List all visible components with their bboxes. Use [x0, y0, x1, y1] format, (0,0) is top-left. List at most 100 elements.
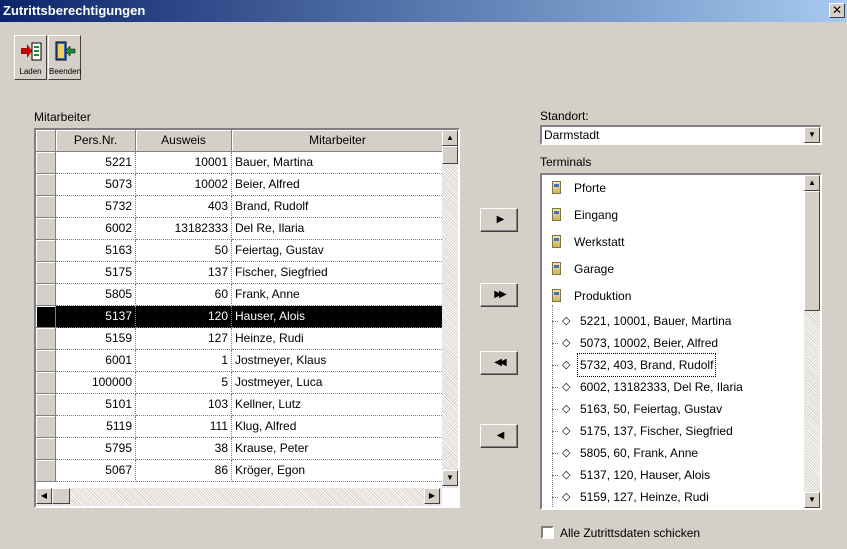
table-row[interactable]: 5067 86 Kröger, Egon [36, 460, 444, 482]
terminals-label: Terminals [540, 155, 592, 169]
column-header-ausweis[interactable]: Ausweis [136, 130, 232, 152]
employee-grid[interactable]: Pers.Nr. Ausweis Mitarbeiter 5221 10001 Ba… [34, 128, 460, 508]
table-row[interactable]: 5163 50 Feiertag, Gustav [36, 240, 444, 262]
row-selector[interactable] [36, 306, 56, 328]
employee-entry-label: 5221, 10001, Bauer, Martina [580, 314, 732, 328]
remove-all-button[interactable]: ◀◀ [480, 351, 518, 375]
row-selector[interactable] [36, 174, 56, 196]
table-row[interactable]: 6002 13182333 Del Re, Ilaria [36, 218, 444, 240]
cell-ausweis: 120 [136, 306, 232, 328]
table-row[interactable]: 5732 403 Brand, Rudolf [36, 196, 444, 218]
exit-button[interactable]: Beenden [48, 35, 81, 80]
tree-scroll-up-arrow-icon[interactable]: ▲ [804, 175, 820, 191]
send-all-checkbox[interactable] [541, 526, 554, 539]
tree-branch-line [552, 387, 558, 388]
cell-persnr: 5159 [56, 328, 136, 350]
remove-selected-button[interactable]: ◀ [480, 424, 518, 448]
location-value: Darmstadt [544, 128, 600, 142]
add-all-button[interactable]: ▶▶ [480, 283, 518, 307]
row-selector[interactable] [36, 240, 56, 262]
location-select[interactable]: Darmstadt ▼ [540, 125, 822, 145]
table-row[interactable]: 5119 111 Klug, Alfred [36, 416, 444, 438]
table-row[interactable]: 5137 120 Hauser, Alois [36, 306, 444, 328]
tree-item-employee[interactable]: ◇ 5163, 50, Feiertag, Gustav [542, 398, 804, 420]
row-selector[interactable] [36, 218, 56, 240]
tree-item-terminal[interactable]: Werkstatt [542, 231, 804, 253]
row-selector[interactable] [36, 372, 56, 394]
tree-item-employee[interactable]: ◇ 5175, 137, Fischer, Siegfried [542, 420, 804, 442]
cell-mitarbeiter: Beier, Alfred [232, 174, 444, 196]
tree-item-employee[interactable]: ◇ 5073, 10002, Beier, Alfred [542, 332, 804, 354]
column-header-mitarbeiter[interactable]: Mitarbeiter [232, 130, 444, 152]
table-row[interactable]: 6001 1 Jostmeyer, Klaus [36, 350, 444, 372]
cell-persnr: 5119 [56, 416, 136, 438]
grid-hscroll-thumb[interactable] [52, 488, 70, 504]
tree-item-terminal[interactable]: Pforte [542, 177, 804, 199]
row-selector[interactable] [36, 394, 56, 416]
table-row[interactable]: 5101 103 Kellner, Lutz [36, 394, 444, 416]
table-row[interactable]: 5073 10002 Beier, Alfred [36, 174, 444, 196]
location-label: Standort: [540, 109, 589, 123]
table-row[interactable]: 5159 127 Heinze, Rudi [36, 328, 444, 350]
cell-persnr: 5163 [56, 240, 136, 262]
cell-persnr: 5175 [56, 262, 136, 284]
row-selector[interactable] [36, 350, 56, 372]
employee-entry-label: 5137, 120, Hauser, Alois [580, 468, 711, 482]
terminals-tree[interactable]: Pforte Eingang Werkstatt Garage Produktion ◇ 5… [540, 173, 822, 510]
cell-ausweis: 103 [136, 394, 232, 416]
row-selector[interactable] [36, 460, 56, 482]
row-selector[interactable] [36, 438, 56, 460]
row-selector[interactable] [36, 284, 56, 306]
tree-item-employee[interactable]: ◇ 5805, 60, Frank, Anne [542, 442, 804, 464]
terminal-icon [552, 289, 561, 302]
load-button[interactable]: Laden [14, 35, 47, 80]
tree-item-terminal[interactable]: Eingang [542, 204, 804, 226]
employee-entry-label: 6002, 13182333, Del Re, Ilaria [580, 380, 743, 394]
terminal-icon [552, 208, 561, 221]
scroll-right-arrow-icon[interactable]: ▶ [424, 488, 440, 504]
cell-mitarbeiter: Kröger, Egon [232, 460, 444, 482]
table-row[interactable]: 5795 38 Krause, Peter [36, 438, 444, 460]
tree-scroll-down-arrow-icon[interactable]: ▼ [804, 492, 820, 508]
tree-item-terminal[interactable]: Garage [542, 258, 804, 280]
row-selector[interactable] [36, 262, 56, 284]
cell-persnr: 5795 [56, 438, 136, 460]
cell-mitarbeiter: Jostmeyer, Klaus [232, 350, 444, 372]
row-selector[interactable] [36, 328, 56, 350]
scroll-down-arrow-icon[interactable]: ▼ [442, 470, 458, 486]
tree-vertical-scrollbar[interactable]: ▲ ▼ [804, 175, 820, 508]
grid-vscroll-thumb[interactable] [442, 146, 458, 164]
exit-label: Beenden [49, 67, 82, 76]
close-button[interactable]: ✕ [829, 3, 845, 18]
cell-mitarbeiter: Feiertag, Gustav [232, 240, 444, 262]
tree-item-employee[interactable]: ◇ 5732, 403, Brand, Rudolf [542, 353, 804, 377]
tree-item-employee[interactable]: ◇ 5159, 127, Heinze, Rudi [542, 486, 804, 508]
row-selector[interactable] [36, 416, 56, 438]
tree-branch-line [552, 409, 558, 410]
tree-item-employee[interactable]: ◇ 6002, 13182333, Del Re, Ilaria [542, 376, 804, 398]
table-row[interactable]: 100000 5 Jostmeyer, Luca [36, 372, 444, 394]
scroll-up-arrow-icon[interactable]: ▲ [442, 130, 458, 146]
scroll-left-arrow-icon[interactable]: ◀ [36, 488, 52, 504]
tree-vscroll-thumb[interactable] [804, 191, 820, 311]
table-row[interactable]: 5805 60 Frank, Anne [36, 284, 444, 306]
window: Zutrittsberechtigungen ✕ Laden Beenden M… [0, 0, 847, 549]
row-selector[interactable] [36, 152, 56, 174]
tree-item-terminal[interactable]: Produktion [542, 285, 804, 307]
row-selector[interactable] [36, 196, 56, 218]
cell-mitarbeiter: Bauer, Martina [232, 152, 444, 174]
add-selected-button[interactable]: ▶ [480, 208, 518, 232]
grid-horizontal-scrollbar[interactable]: ◀ ▶ [36, 488, 442, 506]
table-row[interactable]: 5175 137 Fischer, Siegfried [36, 262, 444, 284]
tree-item-employee[interactable]: ◇ 5137, 120, Hauser, Alois [542, 464, 804, 486]
diamond-icon: ◇ [562, 381, 571, 393]
title-bar: Zutrittsberechtigungen ✕ [0, 0, 847, 22]
row-header-corner [36, 130, 56, 152]
table-row[interactable]: 5221 10001 Bauer, Martina [36, 152, 444, 174]
dropdown-arrow-icon[interactable]: ▼ [804, 127, 820, 143]
tree-branch-line [552, 343, 558, 344]
tree-item-employee[interactable]: ◇ 5221, 10001, Bauer, Martina [542, 310, 804, 332]
send-all-label[interactable]: Alle Zutrittsdaten schicken [560, 526, 700, 540]
column-header-persnr[interactable]: Pers.Nr. [56, 130, 136, 152]
grid-vertical-scrollbar[interactable]: ▲ ▼ [442, 130, 458, 488]
